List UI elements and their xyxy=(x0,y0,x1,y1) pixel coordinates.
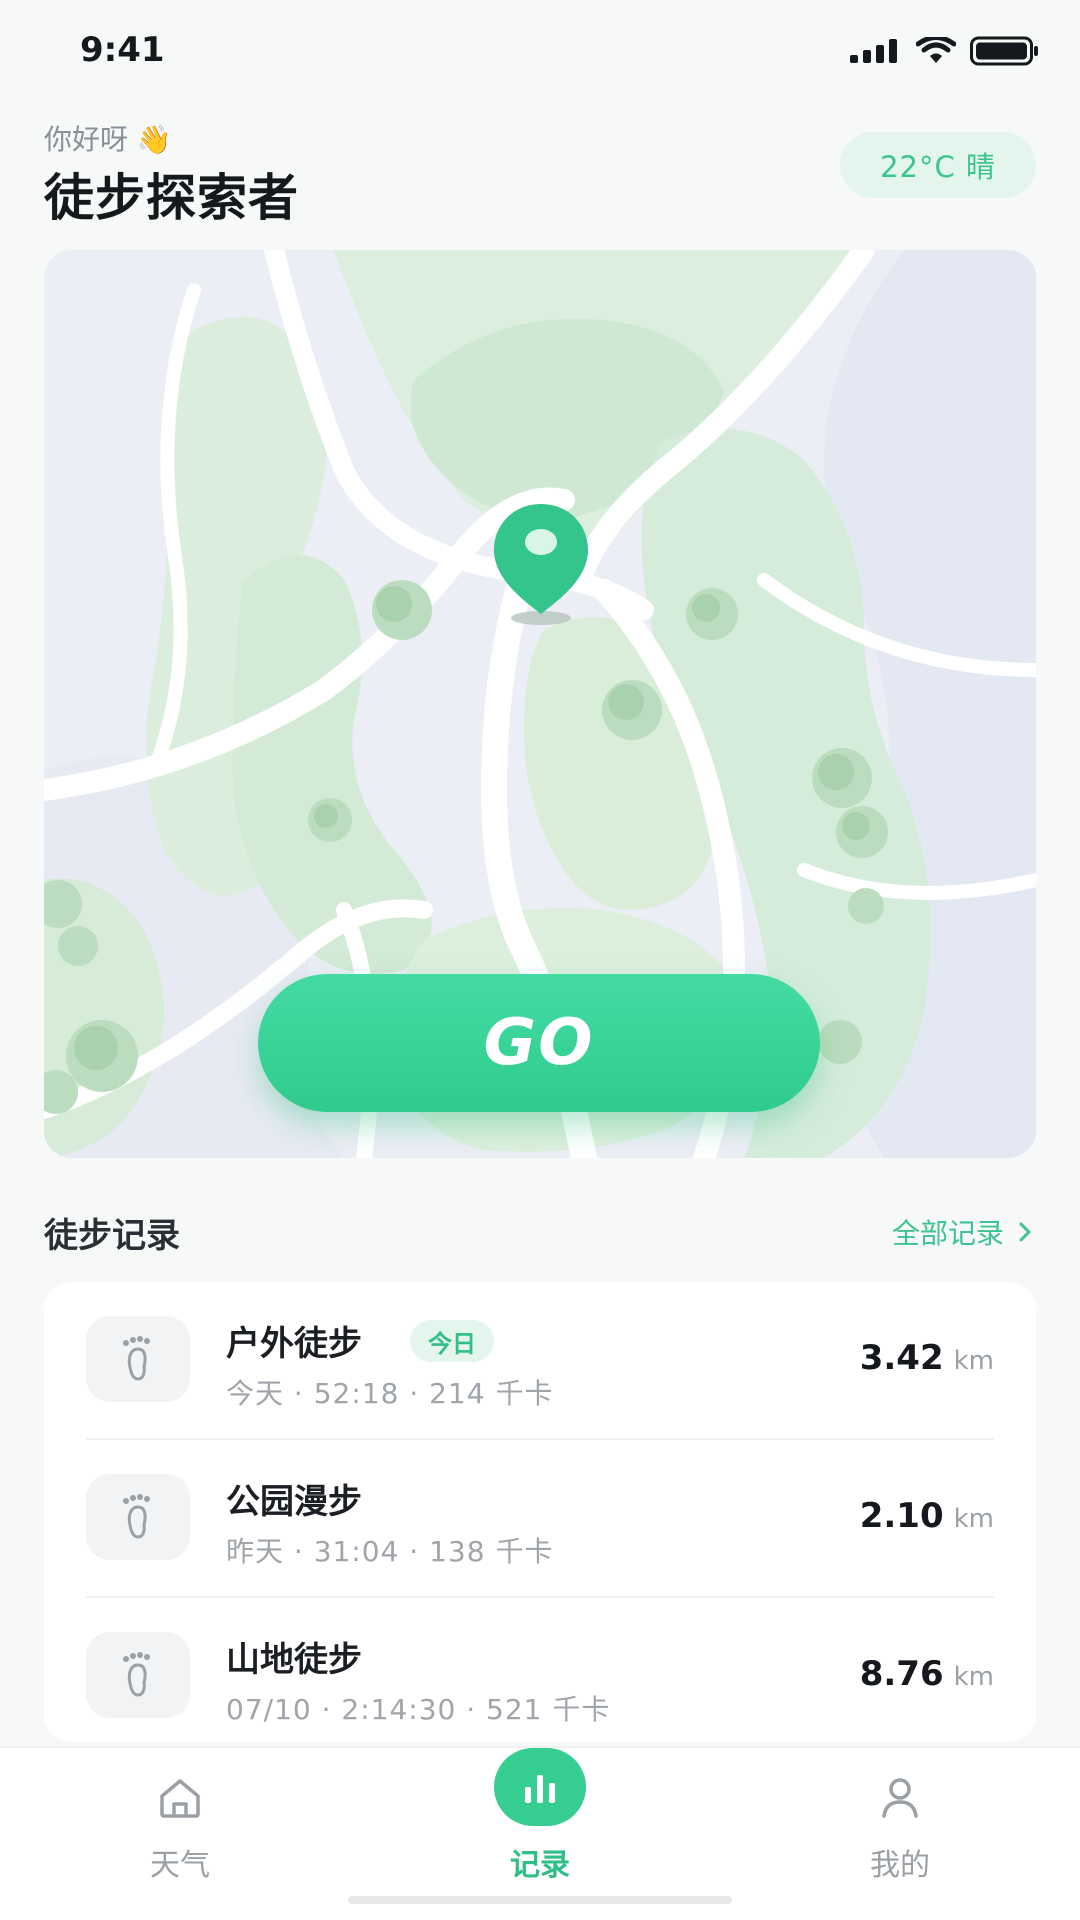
map-card[interactable]: GO xyxy=(44,250,1036,1158)
page-title: 徒步探索者 xyxy=(44,169,299,227)
home-icon xyxy=(160,1779,200,1818)
record-icon-box xyxy=(86,1632,190,1718)
record-name: 公园漫步 xyxy=(226,1482,362,1522)
distance-unit: km xyxy=(953,1662,994,1692)
signal-icon xyxy=(850,39,897,63)
user-icon xyxy=(882,1778,918,1818)
view-all-label: 全部记录 xyxy=(891,1217,1004,1250)
record-item[interactable]: 公园漫步 昨天 · 31:04 · 138 千卡 2.10 km xyxy=(44,1440,1036,1598)
tab-label: 天气 xyxy=(150,1848,210,1883)
footprint-icon xyxy=(123,1652,150,1697)
record-distance: 2.10 km xyxy=(860,1496,994,1536)
distance-value: 8.76 xyxy=(859,1654,944,1694)
footprint-icon xyxy=(123,1336,150,1381)
distance-unit: km xyxy=(953,1504,994,1534)
tab-bar: 天气 记录 我的 xyxy=(0,1746,1080,1920)
distance-value: 2.10 xyxy=(859,1496,944,1536)
tab-profile[interactable]: 我的 xyxy=(790,1748,1010,1898)
tab-label: 我的 xyxy=(870,1848,930,1883)
record-name: 户外徒步 xyxy=(226,1324,362,1364)
tab-weather[interactable]: 天气 xyxy=(70,1748,290,1898)
tab-records[interactable]: 记录 xyxy=(430,1748,650,1898)
greeting-text: 你好呀 👋 xyxy=(44,123,172,156)
tab-label: 记录 xyxy=(510,1848,570,1883)
record-distance: 8.76 km xyxy=(860,1654,994,1694)
footprint-icon xyxy=(123,1494,150,1539)
records-section-title: 徒步记录 xyxy=(44,1216,180,1256)
status-icons xyxy=(850,36,1040,66)
weather-badge[interactable]: 22°C 晴 xyxy=(840,132,1036,198)
battery-icon xyxy=(970,36,1038,66)
record-item[interactable]: 户外徒步 今日 今天 · 52:18 · 214 千卡 3.42 km xyxy=(44,1282,1036,1440)
record-meta: 昨天 · 31:04 · 138 千卡 xyxy=(226,1535,554,1568)
location-pin-icon[interactable] xyxy=(486,500,596,630)
record-item[interactable]: 山地徒步 07/10 · 2:14:30 · 521 千卡 8.76 km xyxy=(44,1598,1036,1742)
record-icon-box xyxy=(86,1316,190,1402)
record-meta: 07/10 · 2:14:30 · 521 千卡 xyxy=(226,1693,611,1726)
today-badge: 今日 xyxy=(410,1320,494,1362)
records-list: 户外徒步 今日 今天 · 52:18 · 214 千卡 3.42 km 公园漫步… xyxy=(44,1282,1036,1742)
tab-active-indicator xyxy=(494,1748,586,1826)
distance-value: 3.42 xyxy=(859,1338,944,1378)
go-button[interactable]: GO xyxy=(258,974,820,1112)
status-time: 9:41 xyxy=(80,30,165,70)
status-bar: 9:41 xyxy=(0,0,1080,100)
bar-chart-icon xyxy=(525,1775,555,1803)
record-icon-box xyxy=(86,1474,190,1560)
record-name: 山地徒步 xyxy=(226,1640,362,1680)
home-indicator xyxy=(348,1896,732,1904)
wifi-icon xyxy=(916,37,956,63)
view-all-records-link[interactable]: 全部记录 xyxy=(892,1212,1032,1252)
record-distance: 3.42 km xyxy=(860,1338,994,1378)
distance-unit: km xyxy=(953,1346,994,1376)
record-meta: 今天 · 52:18 · 214 千卡 xyxy=(226,1377,554,1410)
chevron-right-icon xyxy=(1019,1222,1031,1242)
